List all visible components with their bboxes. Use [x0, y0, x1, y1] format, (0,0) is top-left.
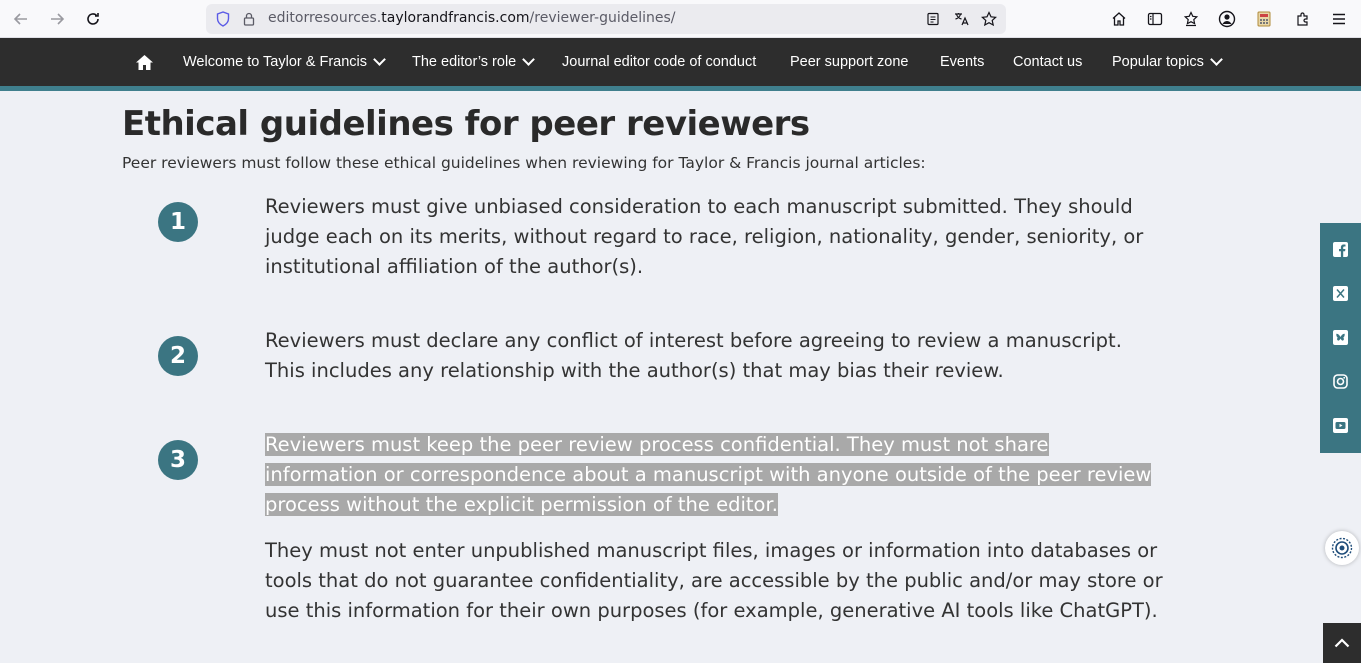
nav-accent-bar: [0, 86, 1361, 91]
nav-item-popular-topics[interactable]: Popular topics: [1112, 38, 1223, 86]
selected-text: Reviewers must keep the peer review proc…: [265, 433, 1152, 516]
nav-item-label: Popular topics: [1112, 54, 1204, 70]
home-icon[interactable]: [1107, 7, 1131, 31]
x-icon[interactable]: [1332, 285, 1349, 302]
nav-item-label: Journal editor code of conduct: [562, 54, 757, 70]
guideline-number-badge: 1: [158, 202, 198, 242]
url-text[interactable]: editorresources.taylorandfrancis.com/rev…: [268, 10, 676, 26]
account-icon[interactable]: [1215, 7, 1239, 31]
chevron-down-icon: [522, 53, 536, 66]
menu-hamburger-icon[interactable]: [1327, 7, 1351, 31]
chevron-down-icon: [373, 53, 386, 66]
url-bar[interactable]: editorresources.taylorandfrancis.com/rev…: [206, 4, 1006, 34]
nav-item-welcome[interactable]: Welcome to Taylor & Francis: [183, 38, 386, 86]
extension-calculator-icon[interactable]: [1252, 7, 1276, 31]
guideline-text: Reviewers must declare any conflict of i…: [265, 329, 1122, 382]
home-icon: [136, 54, 153, 70]
chevron-up-icon: [1334, 638, 1350, 648]
forward-button[interactable]: [44, 7, 70, 31]
nav-item-label: Welcome to Taylor & Francis: [183, 54, 367, 70]
back-arrow-icon: [13, 13, 27, 25]
social-share-bar: [1320, 223, 1361, 453]
bluesky-icon[interactable]: [1332, 329, 1349, 346]
nav-item-editors-role[interactable]: The editor’s role: [412, 38, 536, 86]
accessibility-button[interactable]: [1325, 531, 1359, 565]
sidebar-icon[interactable]: [1143, 7, 1167, 31]
reload-button[interactable]: [80, 7, 106, 31]
guideline-text: Reviewers must give unbiased considerati…: [265, 195, 1144, 278]
guideline-extra-text: They must not enter unpublished manuscri…: [265, 539, 1163, 622]
instagram-icon[interactable]: [1332, 373, 1349, 390]
guideline-text-selected: Reviewers must keep the peer review proc…: [265, 430, 1165, 520]
facebook-icon[interactable]: [1332, 241, 1349, 258]
back-button[interactable]: [8, 7, 34, 31]
url-domain: taylorandfrancis.com: [381, 10, 530, 26]
accessibility-icon: [1331, 537, 1353, 559]
nav-item-label: The editor’s role: [412, 54, 517, 70]
nav-item-label: Contact us: [1013, 54, 1083, 70]
page-title: Ethical guidelines for peer reviewers: [122, 104, 810, 144]
bookmark-star-icon[interactable]: [980, 10, 998, 28]
scroll-to-top-button[interactable]: [1323, 623, 1361, 663]
chevron-down-icon: [1210, 53, 1223, 66]
extensions-puzzle-icon[interactable]: [1291, 7, 1315, 31]
guideline-number-badge: 3: [158, 440, 198, 480]
nav-home[interactable]: [135, 38, 154, 86]
nav-item-peer-support[interactable]: Peer support zone: [790, 38, 909, 86]
reload-icon: [87, 13, 99, 25]
lock-icon[interactable]: [240, 10, 258, 28]
nav-item-events[interactable]: Events: [940, 38, 984, 86]
nav-item-contact[interactable]: Contact us: [1013, 38, 1082, 86]
reader-view-icon[interactable]: [924, 10, 942, 28]
nav-item-code-of-conduct[interactable]: Journal editor code of conduct: [562, 38, 756, 86]
youtube-icon[interactable]: [1332, 417, 1349, 434]
intro-text: Peer reviewers must follow these ethical…: [122, 154, 926, 172]
forward-arrow-icon: [51, 13, 65, 25]
guideline-number-badge: 2: [158, 336, 198, 376]
site-navigation: Welcome to Taylor & Francis The editor’s…: [0, 38, 1361, 86]
shield-icon[interactable]: [214, 10, 232, 28]
nav-item-label: Peer support zone: [790, 54, 909, 70]
translate-icon[interactable]: [952, 10, 970, 28]
url-path: /reviewer-guidelines/: [529, 10, 676, 26]
nav-item-label: Events: [940, 54, 985, 70]
url-prefix: editorresources.: [268, 10, 382, 26]
browser-toolbar: editorresources.taylorandfrancis.com/rev…: [0, 0, 1361, 38]
save-to-pocket-icon[interactable]: [1179, 7, 1203, 31]
